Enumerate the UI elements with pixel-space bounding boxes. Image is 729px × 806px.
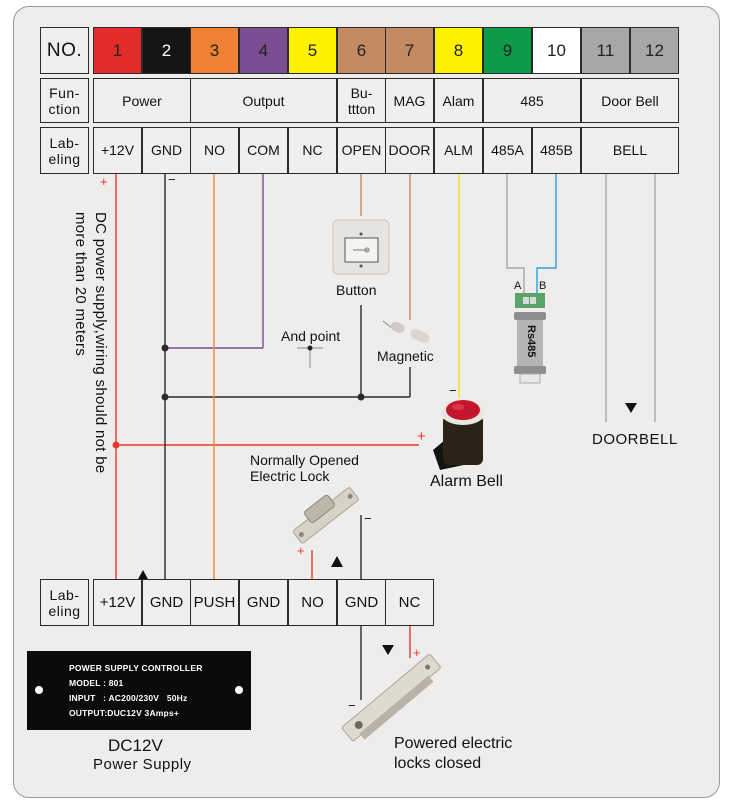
arrow-down-icon	[625, 403, 637, 413]
psu-terminal-cell: GND	[239, 579, 288, 626]
plus-mark: +	[417, 428, 426, 445]
exit-button-icon	[332, 219, 390, 275]
powered-lock-label-line2: locks closed	[394, 755, 482, 772]
plate-line: INPUT : AC200/230V 50Hz	[69, 693, 188, 703]
rs485-a-label: A	[514, 280, 522, 292]
bottom-row-header-labeling: Lab- eling	[40, 579, 89, 626]
rs485-module-label: Rs485	[525, 325, 537, 358]
arrow-up-icon	[331, 556, 343, 567]
plate-line: MODEL : 801	[69, 678, 124, 688]
plate-line: POWER SUPPLY CONTROLLER	[69, 663, 203, 673]
psu-terminal-cell: +12V	[93, 579, 142, 626]
normally-open-lock-label: Normally Opened Electric Lock	[250, 452, 359, 484]
plus-mark: +	[100, 174, 108, 189]
psu-terminal-cell: GND	[142, 579, 191, 626]
power-supply-subtitle: Power Supply	[93, 756, 192, 773]
plate-line: OUTPUT:DUC12V 3Amps+	[69, 708, 180, 718]
rs485-b-label: B	[539, 280, 547, 292]
psu-terminal-cell: NO	[288, 579, 337, 626]
psu-terminal-cell: GND	[337, 579, 386, 626]
normally-open-lock-icon	[292, 487, 359, 544]
minus-mark: −	[348, 698, 356, 713]
power-supply-title: DC12V	[108, 736, 163, 755]
minus-mark: −	[364, 511, 372, 526]
magnetic-label: Magnetic	[377, 348, 434, 364]
plus-mark: +	[413, 645, 421, 660]
psu-terminal-cell: NC	[385, 579, 434, 626]
arrow-down-icon	[382, 645, 394, 655]
magnetic-sensor-icon	[382, 320, 430, 344]
minus-mark: −	[449, 383, 457, 398]
and-point-label: And point	[281, 328, 341, 344]
mount-hole-icon	[35, 686, 43, 694]
doorbell-label: DOORBELL	[592, 431, 678, 448]
alarm-bell-icon	[433, 400, 485, 470]
powered-lock-icon	[341, 654, 441, 742]
power-supply-nameplate: POWER SUPPLY CONTROLLER MODEL : 801 INPU…	[27, 651, 251, 730]
minus-mark: −	[168, 172, 176, 187]
button-label: Button	[336, 282, 377, 298]
wiring-distance-note: DC power supply,wiring should not be mor…	[72, 212, 109, 474]
psu-terminal-cell: PUSH	[190, 579, 239, 626]
powered-lock-label-line1: Powered electric	[394, 735, 513, 752]
junction-point-symbol	[297, 345, 323, 368]
alarm-bell-label: Alarm Bell	[430, 473, 503, 490]
plus-mark: +	[297, 543, 305, 558]
mount-hole-icon	[235, 686, 243, 694]
